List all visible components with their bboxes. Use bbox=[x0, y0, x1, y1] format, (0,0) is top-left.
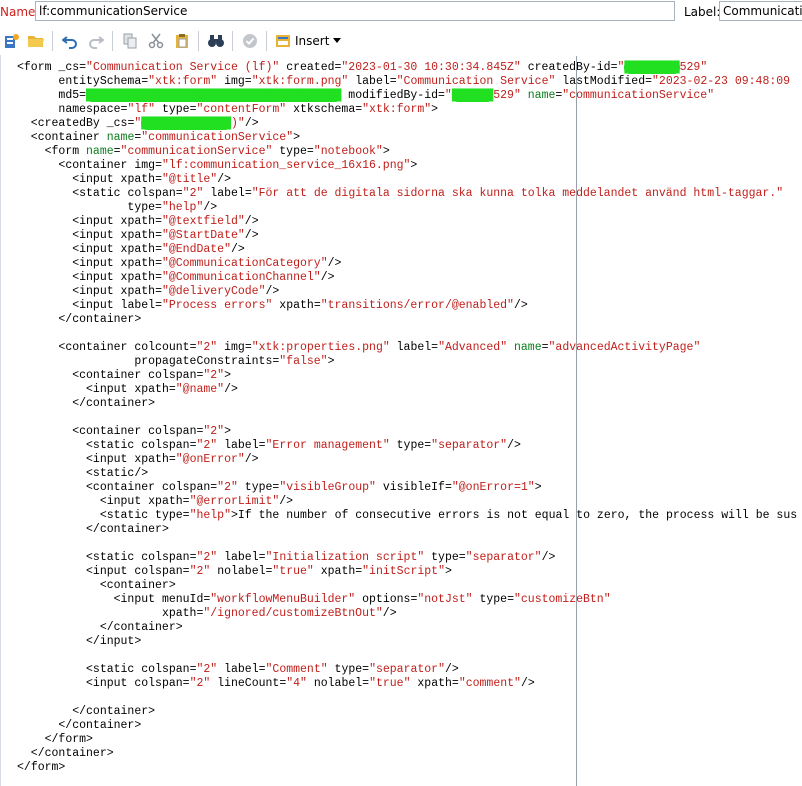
code-line: <input xpath="@CommunicationCategory"/> bbox=[17, 257, 342, 270]
cut-icon[interactable] bbox=[146, 31, 166, 51]
code-line: <input label="Process errors" xpath="tra… bbox=[17, 299, 528, 312]
code-line: <container colspan="2"> bbox=[17, 425, 231, 438]
undo-icon[interactable] bbox=[60, 31, 80, 51]
code-line: </container> bbox=[17, 397, 156, 410]
code-line: <input colspan="2" nolabel="true" xpath=… bbox=[17, 565, 452, 578]
chevron-down-icon bbox=[333, 38, 342, 43]
code-line: <input xpath="@EndDate"/> bbox=[17, 243, 245, 256]
toolbar: Insert bbox=[0, 27, 802, 56]
editor-margin-guide bbox=[576, 56, 577, 786]
redo-icon[interactable] bbox=[86, 31, 106, 51]
code-line: <form name="communicationService" type="… bbox=[17, 145, 390, 158]
label-field[interactable]: Communication Service (lf) bbox=[719, 1, 802, 21]
code-line: </container> bbox=[17, 705, 156, 718]
insert-label: Insert bbox=[295, 34, 330, 48]
code-line: <static colspan="2" label="Error managem… bbox=[17, 439, 521, 452]
name-field[interactable]: lf:communicationService bbox=[35, 1, 675, 21]
code-line: <input xpath="@CommunicationChannel"/> bbox=[17, 271, 335, 284]
code-line: <static colspan="2" label="Comment" type… bbox=[17, 663, 459, 676]
code-line: <container img="lf:communication_service… bbox=[17, 159, 418, 172]
code-line: <container colcount="2" img="xtk:propert… bbox=[17, 341, 701, 354]
code-line: md5=████████████████████████████████████… bbox=[58, 89, 715, 102]
code-line: </input> bbox=[17, 635, 142, 648]
xml-source-code[interactable]: <form _cs="Communication Service (lf)" c… bbox=[17, 61, 797, 775]
code-line: entitySchema="xtk:form" img="xtk:form.pn… bbox=[58, 75, 791, 88]
code-line: type="help"/> bbox=[127, 201, 218, 214]
code-line: <static colspan="2" label="Initializatio… bbox=[17, 551, 556, 564]
code-line: <input xpath="@title"/> bbox=[17, 173, 231, 186]
code-line: <static type="help">If the number of con… bbox=[17, 509, 798, 522]
copy-icon[interactable] bbox=[120, 31, 140, 51]
open-folder-icon[interactable] bbox=[26, 31, 46, 51]
new-entity-icon[interactable] bbox=[2, 31, 22, 51]
code-line: <container colspan="2"> bbox=[17, 369, 231, 382]
code-line: <container> bbox=[17, 579, 176, 592]
code-line: propagateConstraints="false"> bbox=[134, 355, 335, 368]
name-label: Name: bbox=[0, 5, 40, 19]
code-line: <static colspan="2" label="För att de di… bbox=[17, 187, 784, 200]
code-line: </form> bbox=[17, 761, 66, 774]
code-line: <input xpath="@onError"/> bbox=[17, 453, 259, 466]
code-line: xpath="/ignored/customizeBtnOut"/> bbox=[161, 607, 397, 620]
code-line: <input menuId="workflowMenuBuilder" opti… bbox=[17, 593, 611, 606]
code-line: </container> bbox=[17, 719, 142, 732]
code-line: <container colspan="2" type="visibleGrou… bbox=[17, 481, 542, 494]
check-icon[interactable] bbox=[240, 31, 260, 51]
code-line: <static/> bbox=[17, 467, 149, 480]
toolbar-separator bbox=[52, 31, 53, 51]
toolbar-separator bbox=[198, 31, 199, 51]
code-line: <input colspan="2" lineCount="4" nolabel… bbox=[17, 677, 535, 690]
toolbar-separator bbox=[266, 31, 267, 51]
code-line: </container> bbox=[17, 621, 183, 634]
binoculars-icon[interactable] bbox=[206, 31, 226, 51]
code-line: <input xpath="@textfield"/> bbox=[17, 215, 259, 228]
code-line: <createdBy _cs="█████████████)"/> bbox=[17, 117, 259, 130]
code-line: <form _cs="Communication Service (lf)" c… bbox=[17, 61, 708, 74]
label-label: Label: bbox=[684, 5, 721, 19]
insert-icon bbox=[276, 35, 290, 47]
code-line: </form> bbox=[17, 733, 93, 746]
code-line: </container> bbox=[17, 523, 169, 536]
code-line: <input xpath="@errorLimit"/> bbox=[17, 495, 294, 508]
code-line: </container> bbox=[17, 747, 114, 760]
code-line: namespace="lf" type="contentForm" xtksch… bbox=[58, 103, 439, 116]
toolbar-separator bbox=[112, 31, 113, 51]
code-line: </container> bbox=[17, 313, 142, 326]
code-line: <input xpath="@StartDate"/> bbox=[17, 229, 259, 242]
code-line: <container name="communicationService"> bbox=[17, 131, 300, 144]
form-header: Name: lf:communicationService Label: Com… bbox=[0, 0, 802, 27]
paste-icon[interactable] bbox=[172, 31, 192, 51]
xml-editor[interactable]: <form _cs="Communication Service (lf)" c… bbox=[0, 55, 802, 786]
insert-button[interactable]: Insert bbox=[275, 31, 342, 51]
toolbar-separator bbox=[232, 31, 233, 51]
code-line: <input xpath="@name"/> bbox=[17, 383, 238, 396]
code-line: <input xpath="@deliveryCode"/> bbox=[17, 285, 280, 298]
